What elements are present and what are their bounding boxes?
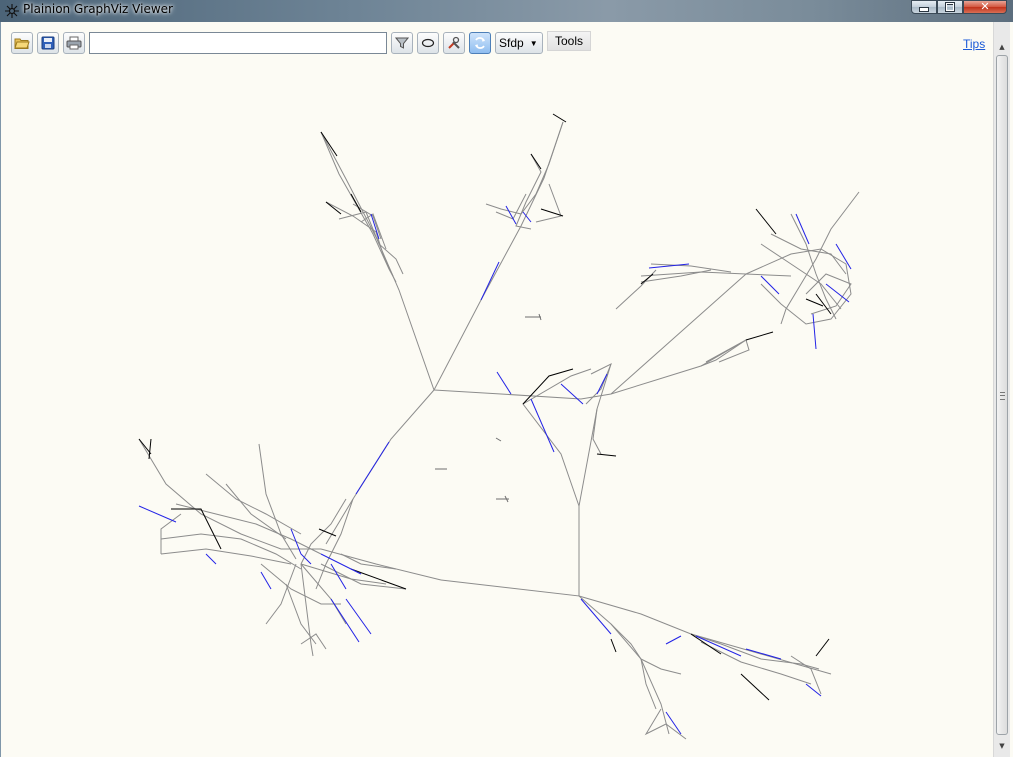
open-button[interactable] — [11, 32, 33, 54]
graph-edges-cluster-left — [138, 438, 407, 657]
window-title: Plainion GraphViz Viewer — [23, 2, 173, 16]
graph-edges-cluster-left-dark — [138, 438, 407, 590]
ellipse-icon — [421, 38, 435, 48]
open-folder-icon — [14, 38, 30, 49]
toolbar: Sfdp ▼ Tools — [11, 31, 592, 55]
minimize-icon — [919, 6, 929, 12]
layout-select-value: Sfdp — [499, 36, 524, 50]
graph-edges-cluster-right-blue — [648, 213, 852, 350]
close-button[interactable]: ✕ — [963, 0, 1007, 14]
app-window: Plainion GraphViz Viewer ✕ Sfdp ▼ Tools … — [0, 0, 1013, 757]
refresh-button[interactable] — [469, 32, 491, 54]
graph-edges-cluster-left-blue — [138, 441, 390, 643]
client-area: Sfdp ▼ Tools Tips ▲ ▼ — [0, 22, 1013, 757]
graph-canvas[interactable] — [1, 22, 993, 757]
scroll-up-icon[interactable]: ▲ — [994, 39, 1010, 55]
graph-edges-trunk — [320, 121, 832, 735]
minimize-button[interactable] — [911, 0, 937, 14]
graph-isolated-nodes — [435, 313, 542, 503]
grip-icon — [1000, 392, 1005, 400]
window-controls: ✕ — [911, 0, 1007, 14]
save-icon — [41, 36, 55, 50]
ellipse-button[interactable] — [417, 32, 439, 54]
settings-button[interactable] — [443, 32, 465, 54]
app-icon — [5, 4, 19, 18]
tips-link[interactable]: Tips — [963, 37, 985, 51]
save-button[interactable] — [37, 32, 59, 54]
graph-edges-cluster-right — [615, 191, 860, 325]
graph-edges-cluster-right-dark — [640, 208, 832, 315]
graph-edges-branch-right-mid — [585, 339, 750, 455]
vertical-scrollbar[interactable]: ▲ ▼ — [993, 22, 1010, 757]
filter-button[interactable] — [391, 32, 413, 54]
graph-edges-cluster-bottom-right-blue — [580, 598, 822, 735]
maximize-icon — [945, 2, 955, 12]
layout-select[interactable]: Sfdp ▼ — [495, 32, 543, 54]
print-icon — [66, 36, 82, 50]
scroll-down-icon[interactable]: ▼ — [994, 738, 1010, 754]
search-input[interactable] — [89, 32, 387, 54]
graph-edges-cluster-top-mid — [485, 121, 564, 230]
refresh-icon — [475, 37, 485, 49]
graph-edges-branch-right-mid-blue — [496, 371, 608, 453]
graph-edges-branch-right-mid-dark — [522, 331, 774, 457]
close-icon: ✕ — [980, 0, 990, 13]
print-button[interactable] — [63, 32, 85, 54]
chevron-down-icon: ▼ — [529, 38, 538, 48]
filter-icon — [395, 37, 409, 49]
tools-menu[interactable]: Tools — [547, 31, 592, 51]
tools-icon — [448, 36, 460, 49]
maximize-button[interactable] — [937, 0, 963, 14]
title-bar: Plainion GraphViz Viewer ✕ — [0, 0, 1013, 22]
scroll-thumb[interactable] — [996, 55, 1008, 735]
